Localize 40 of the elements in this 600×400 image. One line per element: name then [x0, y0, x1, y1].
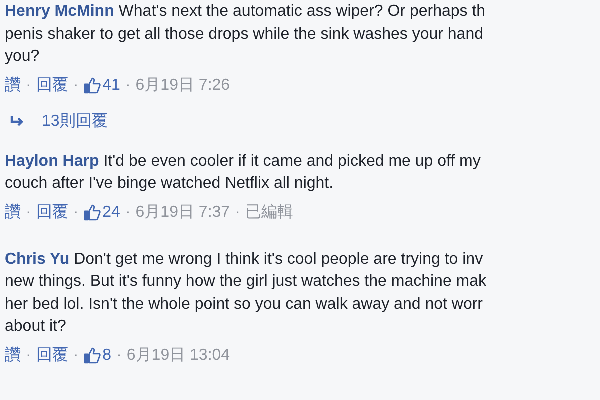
timestamp: 6月19日 7:26 — [136, 76, 230, 96]
action-link[interactable]: 讚 — [5, 345, 21, 366]
action-link[interactable]: 回覆 — [36, 202, 68, 223]
comment-text: about it? — [5, 318, 66, 335]
comment-text: her bed lol. Isn't the whole point so you can walk away and not worr — [5, 296, 483, 312]
comment-text: new things. But it's funny how the girl just watches the machine mak — [5, 273, 487, 290]
separator-dot: · — [26, 204, 32, 222]
timestamp: 6月19日 7:37 — [136, 203, 230, 223]
reply-arrow-icon — [10, 115, 24, 127]
author-link[interactable]: Henry McMinn — [5, 3, 114, 20]
comment-text: Don't get me wrong I think it's cool people are trying to inv — [74, 250, 484, 268]
separator-dot: · — [26, 346, 32, 364]
separator-dot: · — [73, 346, 79, 364]
comment-text: couch after I've binge watched Netflix all night. — [5, 175, 334, 192]
separator-dot: · — [73, 76, 79, 94]
timestamp: 6月19日 13:04 — [126, 346, 230, 366]
action-link[interactable]: 回覆 — [36, 75, 68, 96]
comment-text: It'd be even cooler if it came and picked me up off my — [104, 152, 481, 170]
comment-text: you? — [5, 48, 40, 65]
view-replies-link[interactable]: 13則回覆 — [42, 110, 108, 132]
timestamp: 已編輯 — [245, 203, 294, 223]
separator-dot: · — [73, 204, 79, 222]
like-count[interactable]: 41 — [102, 76, 120, 94]
thumbs-up-icon — [84, 347, 101, 364]
comment-text: penis shaker to get all those drops while the sink washes your hand — [5, 26, 484, 42]
like-count[interactable]: 8 — [102, 346, 112, 364]
author-link[interactable]: Haylon Harp — [5, 152, 100, 170]
action-link[interactable]: 讚 — [5, 202, 21, 223]
comment-text: What's next the automatic ass wiper? Or perhaps th — [118, 3, 486, 20]
author-link[interactable]: Chris Yu — [5, 250, 70, 268]
separator-dot: · — [125, 76, 131, 94]
action-link[interactable]: 回覆 — [36, 345, 68, 366]
thumbs-up-icon — [84, 77, 101, 94]
separator-dot: · — [235, 204, 240, 222]
action-link[interactable]: 讚 — [5, 75, 21, 96]
thumbs-up-icon — [84, 204, 101, 221]
separator-dot: · — [26, 76, 32, 94]
separator-dot: · — [125, 204, 131, 222]
separator-dot: · — [116, 346, 122, 364]
like-count[interactable]: 24 — [102, 204, 120, 222]
